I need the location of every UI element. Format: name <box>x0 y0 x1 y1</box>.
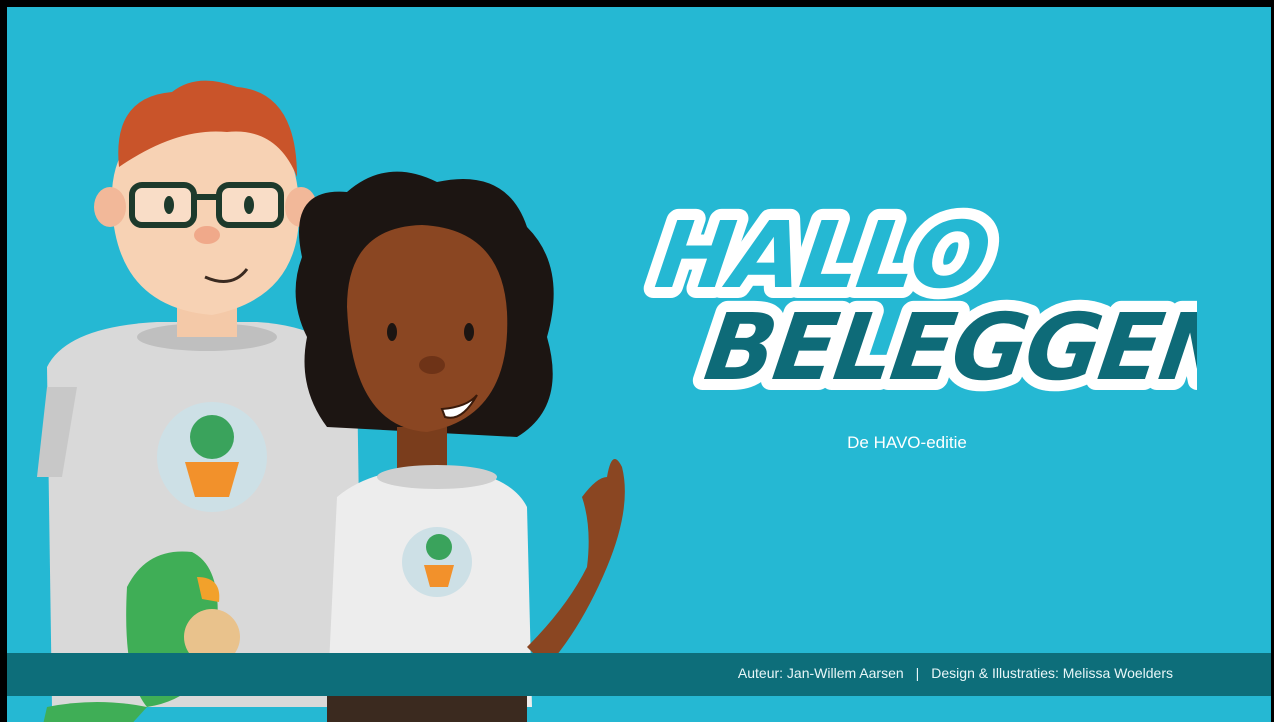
characters-illustration <box>37 80 625 722</box>
author-credit: Auteur: Jan-Willem Aarsen <box>737 665 904 681</box>
subtitle: De HAVO-editie <box>847 433 967 452</box>
hallo-beleggen-logo: HALLO HALLO BELEGGEN BELEGGEN <box>639 190 1197 407</box>
credits-separator: | <box>915 665 920 681</box>
credits: Auteur: Jan-Willem Aarsen | Design & Illus… <box>738 665 1173 681</box>
title-slide: HALLO HALLO BELEGGEN BELEGGEN De HAVO-ed… <box>0 0 1274 722</box>
design-credit: Design & Illustraties: Melissa Woelders <box>931 665 1173 681</box>
logo-line2: BELEGGEN <box>699 293 1197 400</box>
credits-bar: Auteur: Jan-Willem Aarsen | Design & Illus… <box>7 653 1271 696</box>
belt-decoration <box>327 696 527 722</box>
